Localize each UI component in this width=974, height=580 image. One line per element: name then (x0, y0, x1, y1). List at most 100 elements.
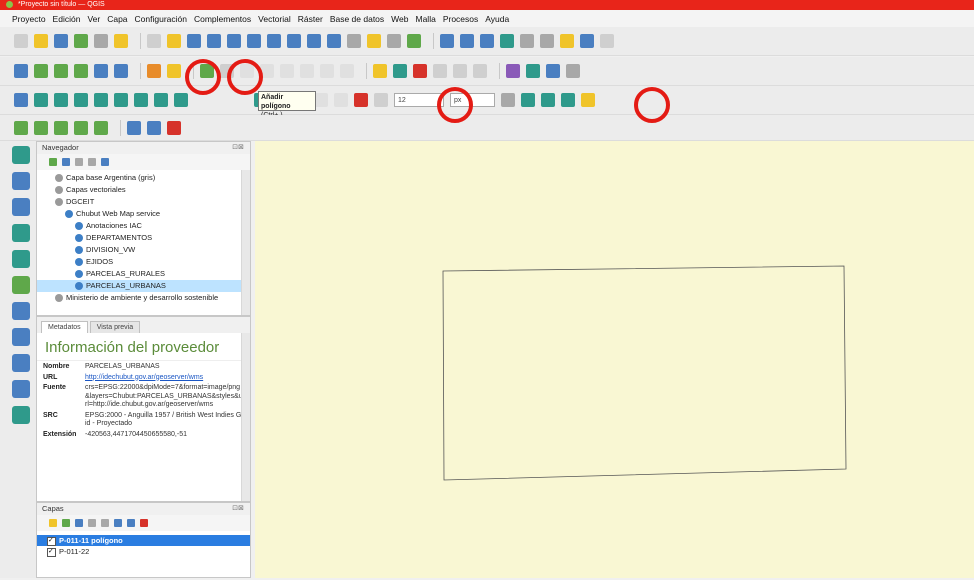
show-bookmarks-icon[interactable] (387, 34, 401, 48)
add-group-icon[interactable] (62, 519, 70, 527)
paste-features-icon[interactable] (300, 64, 314, 78)
pin-labels-icon[interactable] (393, 64, 407, 78)
browser-item[interactable]: Chubut Web Map service (37, 208, 250, 220)
v-add-delimited-icon[interactable] (12, 224, 30, 242)
browser-item[interactable]: DEPARTAMENTOS (37, 232, 250, 244)
expand-all-icon[interactable] (114, 519, 122, 527)
menu-item[interactable]: Procesos (443, 14, 478, 24)
v-add-wms-icon[interactable] (12, 354, 30, 372)
v-add-spatialite-icon[interactable] (12, 276, 30, 294)
panel-controls-icon[interactable]: ⊡⊠ (232, 142, 244, 154)
label-tool-icon[interactable] (373, 64, 387, 78)
v-add-vector-icon[interactable] (12, 146, 30, 164)
browser-item[interactable]: Anotaciones IAC (37, 220, 250, 232)
add-selected-icon[interactable] (49, 158, 57, 166)
collapse-all-icon[interactable] (127, 519, 135, 527)
add-raster-layer-icon[interactable] (34, 64, 48, 78)
simplify-icon[interactable] (314, 93, 328, 107)
filter-legend-icon[interactable] (88, 519, 96, 527)
delete-part-icon[interactable] (114, 93, 128, 107)
diagram-tool-icon[interactable] (506, 64, 520, 78)
copy-features-icon[interactable] (280, 64, 294, 78)
expression-filter-icon[interactable] (101, 519, 109, 527)
snap-tolerance-input[interactable]: 12 (394, 93, 444, 107)
browser-item[interactable]: Ministerio de ambiente y desarrollo sost… (37, 292, 250, 304)
add-part-icon[interactable] (54, 93, 68, 107)
menu-item[interactable]: Malla (416, 14, 436, 24)
redo-icon[interactable] (340, 64, 354, 78)
add-wms-icon[interactable] (94, 64, 108, 78)
zoom-full-icon[interactable] (227, 34, 241, 48)
panel-controls-icon[interactable]: ⊡⊠ (232, 503, 244, 515)
pan-to-selection-icon[interactable] (167, 34, 181, 48)
manage-themes-icon[interactable] (75, 519, 83, 527)
layer-item[interactable]: P-011-11 polígono (37, 535, 250, 546)
zoom-native-icon[interactable] (287, 34, 301, 48)
python-console-icon[interactable] (546, 64, 560, 78)
new-geopackage-icon[interactable] (54, 120, 68, 135)
add-ring-icon[interactable] (34, 93, 48, 107)
snapping-icon[interactable] (354, 93, 368, 107)
v-add-mesh-icon[interactable] (12, 198, 30, 216)
polygon-feature[interactable] (442, 265, 847, 481)
new-layer-icon[interactable] (14, 120, 28, 135)
menu-item[interactable]: Ráster (298, 14, 323, 24)
v-add-oracle-icon[interactable] (12, 328, 30, 346)
fill-ring-icon[interactable] (74, 93, 88, 107)
rotate-label-icon[interactable] (453, 64, 467, 78)
metadata-tab[interactable]: Metadatos (41, 321, 88, 333)
undo-icon[interactable] (320, 64, 334, 78)
field-calculator-icon[interactable] (480, 34, 494, 48)
topological-editing-icon[interactable] (374, 93, 388, 107)
deselect-icon[interactable] (580, 34, 594, 48)
v-add-wcs-icon[interactable] (12, 380, 30, 398)
new-map-view-icon[interactable] (347, 34, 361, 48)
sum-icon[interactable] (520, 34, 534, 48)
collapse-icon[interactable] (88, 158, 96, 166)
add-vector-layer-icon[interactable] (14, 64, 28, 78)
current-edits-icon[interactable] (147, 64, 161, 78)
menu-item[interactable]: Web (391, 14, 408, 24)
browser-item[interactable]: EJIDOS (37, 256, 250, 268)
cancel-edits-icon[interactable] (561, 93, 575, 107)
filter-icon[interactable] (75, 158, 83, 166)
browser-item[interactable]: PARCELAS_URBANAS (37, 280, 250, 292)
zoom-layer-icon[interactable] (267, 34, 281, 48)
menu-item[interactable]: Capa (107, 14, 127, 24)
style-icon[interactable] (49, 519, 57, 527)
reshape-icon[interactable] (134, 93, 148, 107)
zoom-out-icon[interactable] (207, 34, 221, 48)
browser-scrollbar[interactable] (241, 170, 250, 315)
delete-selected-icon[interactable] (240, 64, 254, 78)
new-print-layout-icon[interactable] (74, 34, 88, 48)
new-temp-layer-icon[interactable] (94, 120, 108, 135)
toggle-editing-pencil-icon[interactable] (167, 64, 181, 78)
db-manager-icon[interactable] (127, 120, 141, 135)
zoom-in-icon[interactable] (187, 34, 201, 48)
delete-ring-icon[interactable] (94, 93, 108, 107)
metadata-tab[interactable]: Vista previa (89, 321, 141, 333)
new-shapefile-icon[interactable] (34, 120, 48, 135)
snap-to-layer-icon[interactable] (501, 93, 515, 107)
new-spatialite-icon[interactable] (74, 120, 88, 135)
zoom-next-icon[interactable] (327, 34, 341, 48)
select-features-icon[interactable] (560, 34, 574, 48)
trim-extend-icon[interactable] (541, 93, 555, 107)
offset-curve-icon[interactable] (154, 93, 168, 107)
move-label-icon[interactable] (433, 64, 447, 78)
statistics-icon[interactable] (500, 34, 514, 48)
split-features-icon[interactable] (174, 93, 188, 107)
browser-item[interactable]: Capas vectoriales (37, 184, 250, 196)
style-dock-icon[interactable] (526, 64, 540, 78)
remove-layer-icon[interactable] (140, 519, 148, 527)
metadata-link[interactable]: http://idechubut.gov.ar/geoserver/wms (85, 374, 203, 383)
plugin-icon[interactable] (167, 120, 181, 135)
menu-item[interactable]: Complementos (194, 14, 251, 24)
browser-item[interactable]: DGCEIT (37, 196, 250, 208)
refresh-icon[interactable] (407, 34, 421, 48)
snap-unit-select[interactable]: px (450, 93, 495, 107)
layer-visibility-checkbox[interactable] (47, 546, 56, 557)
highlight-labels-icon[interactable] (413, 64, 427, 78)
menu-item[interactable]: Vectorial (258, 14, 291, 24)
metadata-scrollbar[interactable] (241, 333, 250, 501)
